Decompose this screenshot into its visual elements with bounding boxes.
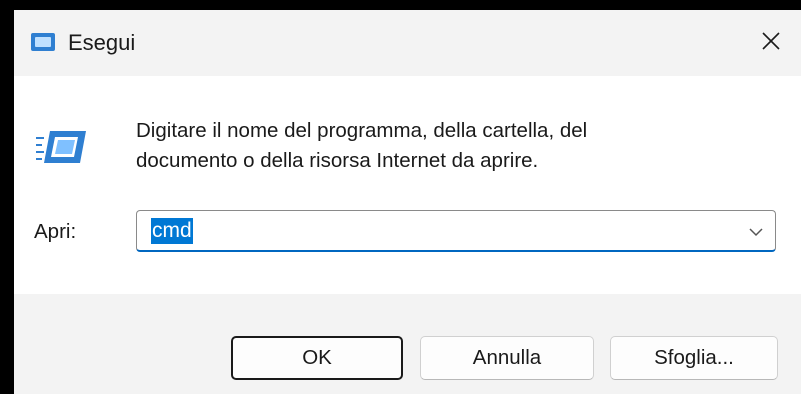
- title-bar[interactable]: Esegui: [14, 10, 801, 76]
- cancel-button[interactable]: Annulla: [420, 336, 594, 380]
- window-title: Esegui: [68, 30, 136, 55]
- button-bar: OK Annulla Sfoglia...: [14, 294, 801, 394]
- run-dialog: Esegui Digitare il nome del programma, d…: [14, 10, 801, 394]
- dialog-description: Digitare il nome del programma, della ca…: [136, 119, 588, 172]
- run-dialog-icon: [30, 32, 56, 52]
- chevron-down-icon[interactable]: [747, 223, 765, 241]
- dialog-body: Digitare il nome del programma, della ca…: [14, 76, 801, 294]
- open-combobox[interactable]: cmd: [136, 210, 776, 252]
- close-icon: [761, 31, 781, 56]
- open-input[interactable]: cmd: [151, 218, 193, 244]
- open-label: Apri:: [34, 220, 77, 243]
- run-dialog-icon: [36, 128, 88, 166]
- close-button[interactable]: [741, 10, 801, 76]
- browse-button[interactable]: Sfoglia...: [610, 336, 778, 380]
- ok-button[interactable]: OK: [231, 336, 403, 380]
